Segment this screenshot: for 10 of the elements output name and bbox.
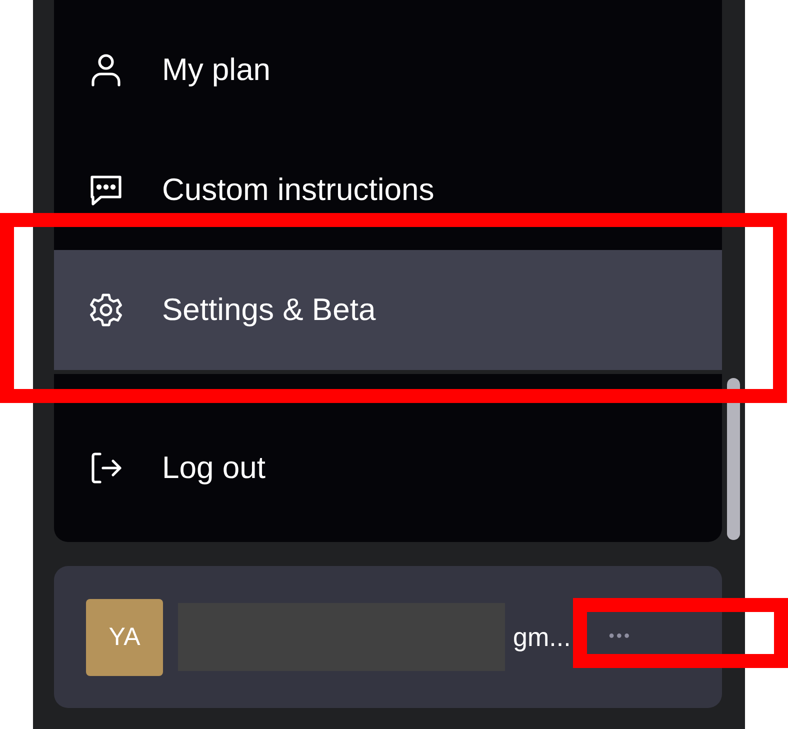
- settings-icon: [88, 292, 124, 328]
- more-button[interactable]: •••: [608, 628, 632, 646]
- menu-item[interactable]: Log out: [54, 408, 722, 528]
- menu-item[interactable]: My plan: [54, 10, 722, 130]
- account-card[interactable]: YA gm... •••: [54, 566, 722, 708]
- scrollbar[interactable]: [727, 378, 740, 540]
- menu-item[interactable]: Custom instructions: [54, 130, 722, 250]
- user-name: gm...: [513, 622, 571, 652]
- menu-item[interactable]: Settings & Beta: [54, 250, 722, 370]
- avatar: YA: [86, 598, 163, 676]
